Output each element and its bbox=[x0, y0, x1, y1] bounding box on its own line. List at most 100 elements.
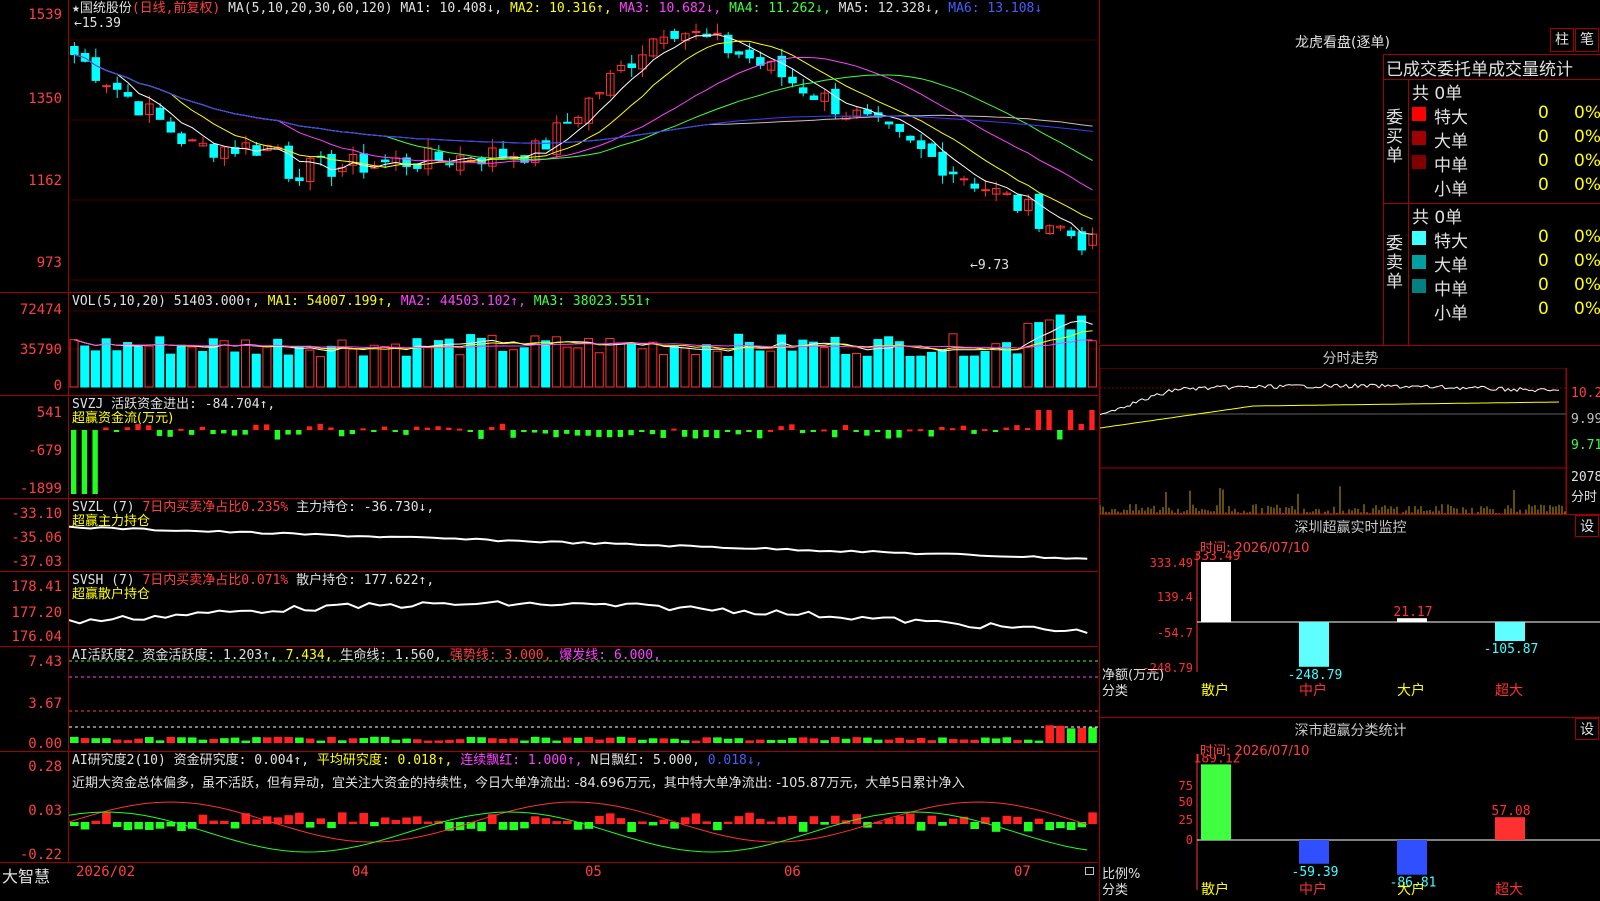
activity-bar bbox=[638, 739, 647, 743]
activity-bar bbox=[927, 740, 937, 743]
flow-bar bbox=[328, 427, 334, 430]
volume-bar bbox=[123, 342, 133, 388]
candle bbox=[102, 85, 111, 88]
avg-price-line bbox=[1100, 401, 1560, 429]
sz-class-panel[interactable]: 深市超赢分类统计 设 时间: 2026/07/10 75 50 25 0 189.12 散… bbox=[1099, 717, 1600, 901]
lock-icon[interactable] bbox=[1085, 867, 1094, 875]
activity-bar bbox=[284, 737, 293, 743]
svzj-panel[interactable]: 541 -679 -1899 SVZJ 活跃资金进出: -84.704↑, 超赢… bbox=[0, 396, 1098, 499]
value-label: 57.08 bbox=[1491, 804, 1530, 819]
row-label: 特大 bbox=[1434, 232, 1468, 252]
ma4-line bbox=[74, 54, 1093, 161]
flow-bar bbox=[842, 425, 849, 430]
intraday-chart[interactable] bbox=[1100, 368, 1566, 514]
volume-bar bbox=[594, 352, 604, 388]
volume-bar bbox=[476, 337, 486, 388]
activity-bar bbox=[102, 738, 111, 743]
row-percent: 0% bbox=[1574, 275, 1600, 295]
star-icon[interactable]: ★ bbox=[72, 1, 80, 16]
activity-bar bbox=[916, 737, 926, 743]
flow-bar bbox=[832, 430, 838, 438]
activity-bar bbox=[648, 738, 658, 743]
research-bar bbox=[402, 817, 411, 824]
sz-class-chart[interactable]: 7550250189.12散户-59.39中户 -86.81大户57.08超大比例… bbox=[1100, 754, 1600, 901]
ai2-header: AI活跃度2 资金活跃度: 1.203↑, 7.434, 生命线: 1.560,… bbox=[72, 649, 661, 663]
volume-bar bbox=[316, 356, 326, 388]
flow-bar bbox=[521, 430, 527, 433]
svsh-panel[interactable]: 178.41 177.20 176.04 SVSH (7) 7日内买卖净占比0.… bbox=[0, 572, 1098, 647]
flow-bar bbox=[446, 427, 452, 430]
volume-bar bbox=[680, 347, 690, 388]
stock-name[interactable]: 国统股份 bbox=[80, 1, 132, 16]
flow-bar bbox=[553, 430, 559, 438]
tick-toggle-button[interactable]: 笔 bbox=[1575, 28, 1599, 52]
ai-research-chart[interactable] bbox=[69, 752, 1098, 862]
chart-mode[interactable]: (日线,前复权) bbox=[132, 1, 220, 16]
research-bar bbox=[359, 813, 368, 824]
candle bbox=[884, 121, 894, 125]
svsh-tick: 176.04 bbox=[11, 629, 62, 645]
volume-panel[interactable]: 72474 35790 0 VOL(5,10,20) 51403.000↑, M… bbox=[0, 293, 1098, 396]
svzj-tick: -1899 bbox=[19, 481, 62, 497]
ai-activity-panel[interactable]: 7.43 3.67 0.00 AI活跃度2 资金活跃度: 1.203↑, 7.4… bbox=[0, 647, 1098, 752]
flow-bar bbox=[949, 428, 956, 431]
flow-bar bbox=[531, 430, 538, 433]
row-value: 0 bbox=[1538, 251, 1549, 271]
settings-button[interactable]: 设 bbox=[1575, 515, 1599, 537]
candle bbox=[906, 135, 915, 141]
axis-tick: 333.49 bbox=[1150, 556, 1193, 570]
category-bar bbox=[1201, 764, 1231, 840]
value-label: 189.12 bbox=[1194, 754, 1241, 766]
activity-bar bbox=[948, 739, 958, 743]
research-bar bbox=[348, 821, 358, 824]
svsh-sub: 超赢散户持仓 bbox=[72, 587, 151, 602]
ai2-t4: 强势线: 3.000, bbox=[449, 648, 552, 663]
sz-monitor-panel[interactable]: 深圳超赢实时监控 设 时间: 2026/07/10 333.49 139.4 -54… bbox=[1099, 514, 1600, 717]
volume-bar bbox=[819, 347, 829, 388]
svzl-panel[interactable]: -33.10 -35.06 -37.03 SVZL (7) 7日内买卖净占比0.… bbox=[0, 499, 1098, 572]
research-bar bbox=[659, 819, 669, 824]
candle bbox=[295, 177, 304, 182]
flow-bar bbox=[317, 423, 323, 430]
ai-research-panel[interactable]: 0.28 0.03 -0.22 AI研究度2(10) 资金研究度: 0.004↑… bbox=[0, 752, 1098, 863]
ai2-t2: 7.434, bbox=[285, 648, 333, 663]
activity-bar bbox=[884, 739, 894, 743]
research-bar bbox=[1088, 812, 1097, 824]
sz-monitor-chart[interactable]: 333.49139.4-54.7-248.79333.49散户-248.79中户… bbox=[1100, 551, 1600, 717]
volume-bar bbox=[1012, 353, 1022, 388]
candle bbox=[798, 87, 808, 94]
activity-bar bbox=[1023, 739, 1033, 743]
settings-button[interactable]: 设 bbox=[1575, 718, 1599, 740]
activity-bar bbox=[316, 740, 326, 743]
volume-bar bbox=[969, 355, 979, 388]
ai-activity-axis: 7.43 3.67 0.00 bbox=[0, 647, 69, 751]
research-bar bbox=[723, 821, 733, 824]
axis-tick: -54.7 bbox=[1157, 626, 1193, 640]
research-bar bbox=[938, 822, 947, 826]
activity-bar bbox=[530, 736, 540, 743]
activity-bar bbox=[1034, 740, 1044, 743]
research-bar bbox=[777, 817, 787, 824]
flow-bar bbox=[885, 430, 891, 439]
intraday-panel[interactable]: 分时走势 10.27 9.99 9.71 2078 分时 bbox=[1099, 345, 1600, 514]
volume-bar bbox=[219, 340, 229, 388]
bar-toggle-button[interactable]: 柱 bbox=[1550, 28, 1574, 52]
date-tick: 2026/02 bbox=[76, 864, 136, 880]
candle bbox=[563, 121, 572, 124]
research-bar bbox=[745, 812, 754, 824]
candlestick-chart[interactable] bbox=[69, 0, 1098, 292]
candle bbox=[1066, 230, 1076, 237]
air-label: AI研究度2(10) bbox=[72, 753, 166, 768]
flow-bar bbox=[606, 430, 613, 438]
vol-ma2: MA2: 44503.102↑, bbox=[400, 294, 526, 309]
flow-bar bbox=[1003, 427, 1009, 430]
volume-bar bbox=[294, 347, 304, 388]
kline-panel[interactable]: 1539 1350 1162 973 ★国统股份(日线,前复权) MA(5,10… bbox=[0, 0, 1098, 293]
research-bar bbox=[756, 818, 765, 824]
research-bar bbox=[112, 822, 122, 827]
flow-bar bbox=[917, 429, 924, 432]
category-label: 超大 bbox=[1495, 882, 1523, 898]
flow-bar bbox=[349, 430, 356, 435]
research-bar bbox=[948, 818, 958, 824]
flow-bar bbox=[210, 430, 216, 435]
